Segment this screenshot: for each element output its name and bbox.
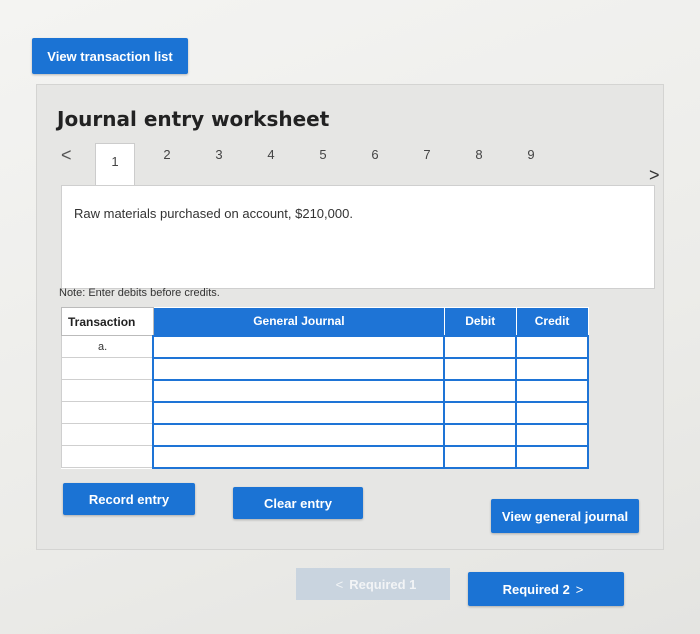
- transaction-cell: [61, 401, 154, 424]
- table-row: [61, 378, 589, 403]
- account-input[interactable]: [152, 356, 446, 381]
- prev-arrow-icon[interactable]: <: [61, 145, 72, 166]
- debit-input[interactable]: [443, 444, 518, 469]
- tab-6[interactable]: 6: [355, 147, 395, 173]
- transaction-description-box: Raw materials purchased on account, $210…: [61, 185, 655, 289]
- tab-4[interactable]: 4: [251, 147, 291, 173]
- debit-input[interactable]: [443, 400, 518, 425]
- transaction-cell: [61, 357, 154, 380]
- credit-input[interactable]: [515, 334, 589, 359]
- required-2-label: Required 2: [502, 581, 570, 597]
- table-row: [61, 356, 589, 381]
- account-input[interactable]: [152, 444, 446, 469]
- required-1-button[interactable]: < Required 1: [296, 568, 450, 600]
- chevron-right-icon: >: [575, 581, 584, 597]
- credit-input[interactable]: [515, 422, 589, 447]
- clear-entry-button[interactable]: Clear entry: [233, 487, 363, 519]
- view-general-journal-button[interactable]: View general journal: [491, 499, 639, 533]
- record-entry-button[interactable]: Record entry: [63, 483, 195, 515]
- tab-7[interactable]: 7: [407, 147, 447, 173]
- table-row: [61, 422, 589, 447]
- transaction-header: Transaction: [61, 307, 154, 336]
- transaction-cell: a.: [61, 335, 154, 358]
- debit-input[interactable]: [443, 356, 518, 381]
- table-row: [61, 444, 589, 469]
- tab-8[interactable]: 8: [459, 147, 499, 173]
- credit-input[interactable]: [515, 378, 589, 403]
- transaction-cell: [61, 423, 154, 446]
- credit-header: Credit: [515, 307, 589, 336]
- tab-1[interactable]: 1: [95, 143, 135, 185]
- tab-3[interactable]: 3: [199, 147, 239, 173]
- required-2-button[interactable]: Required 2 >: [468, 572, 624, 606]
- table-row: [61, 400, 589, 425]
- account-input[interactable]: [152, 334, 446, 359]
- next-arrow-icon[interactable]: >: [649, 165, 660, 186]
- debit-input[interactable]: [443, 378, 518, 403]
- credit-input[interactable]: [515, 356, 589, 381]
- tab-2[interactable]: 2: [147, 147, 187, 173]
- view-transaction-list-button[interactable]: View transaction list: [32, 38, 188, 74]
- table-row: a.: [61, 334, 589, 359]
- transaction-description: Raw materials purchased on account, $210…: [74, 206, 353, 221]
- tab-9[interactable]: 9: [511, 147, 551, 173]
- transaction-cell: [61, 445, 154, 468]
- credit-input[interactable]: [515, 400, 589, 425]
- debit-input[interactable]: [443, 334, 518, 359]
- journal-table: Transaction General Journal Debit Credit…: [61, 307, 589, 469]
- required-1-label: Required 1: [349, 576, 417, 592]
- account-input[interactable]: [152, 422, 446, 447]
- credit-input[interactable]: [515, 444, 589, 469]
- tab-5[interactable]: 5: [303, 147, 343, 173]
- worksheet-title: Journal entry worksheet: [57, 107, 330, 131]
- debit-header: Debit: [443, 307, 517, 336]
- chevron-left-icon: <: [335, 576, 344, 592]
- account-input[interactable]: [152, 400, 446, 425]
- journal-entry-worksheet-panel: Journal entry worksheet < 1 2 3 4 5 6 7 …: [36, 84, 664, 550]
- transaction-cell: [61, 379, 154, 402]
- note-text: Note: Enter debits before credits.: [59, 287, 220, 299]
- general-journal-header: General Journal: [152, 307, 445, 336]
- account-input[interactable]: [152, 378, 446, 403]
- debit-input[interactable]: [443, 422, 518, 447]
